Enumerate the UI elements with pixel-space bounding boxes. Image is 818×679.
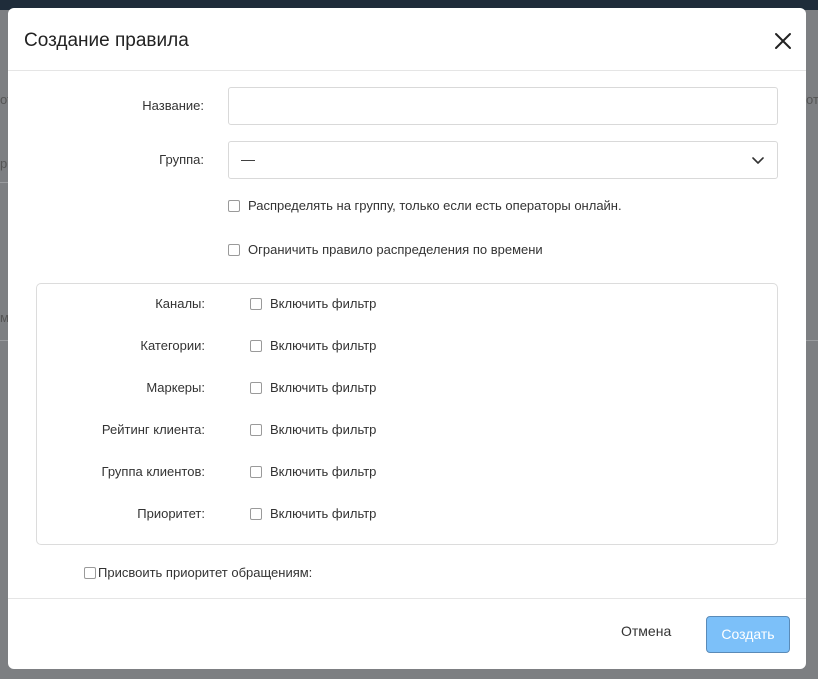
group-select-value: —	[241, 151, 255, 167]
name-input[interactable]	[228, 87, 778, 125]
filter-toggle-markers[interactable]: Включить фильтр	[250, 380, 376, 395]
dialog-footer: Отмена Создать	[8, 598, 806, 669]
filter-label-client-rating: Рейтинг клиента:	[101, 422, 205, 437]
filter-label-categories: Категории:	[140, 338, 205, 353]
assign-priority-label: Присвоить приоритет обращениям:	[98, 565, 313, 580]
chevron-down-icon	[751, 154, 765, 173]
distribute-online-checkbox[interactable]: Распределять на группу, только если есть…	[228, 198, 622, 213]
background-divider	[0, 182, 8, 183]
checkbox-box[interactable]	[228, 199, 240, 212]
cancel-button[interactable]: Отмена	[621, 623, 671, 639]
filter-label-priority: Приоритет:	[137, 506, 205, 521]
checkbox-box[interactable]	[228, 243, 240, 256]
filters-panel: Каналы: Включить фильтр Категории: Включ…	[36, 283, 778, 545]
group-label: Группа:	[159, 152, 204, 167]
distribute-online-label: Распределять на группу, только если есть…	[248, 198, 622, 213]
close-button[interactable]	[768, 26, 798, 56]
background-text-fragment: ото	[806, 92, 818, 107]
checkbox-box[interactable]	[250, 297, 262, 310]
group-select[interactable]: —	[228, 141, 778, 179]
dialog-title: Создание правила	[24, 30, 189, 51]
filter-label-client-group: Группа клиентов:	[101, 464, 205, 479]
background-divider	[806, 340, 818, 341]
filter-toggle-priority[interactable]: Включить фильтр	[250, 506, 376, 521]
name-label: Название:	[142, 98, 204, 113]
create-rule-dialog: Создание правила Название: Группа: — Рас…	[8, 8, 806, 669]
checkbox-box[interactable]	[250, 339, 262, 352]
background-text-fragment: р	[0, 156, 8, 171]
checkbox-box[interactable]	[84, 566, 96, 579]
filter-toggle-label: Включить фильтр	[270, 422, 377, 437]
limit-time-checkbox[interactable]: Ограничить правило распределения по врем…	[228, 242, 543, 257]
close-icon	[768, 26, 798, 56]
filter-toggle-label: Включить фильтр	[270, 380, 377, 395]
background-divider	[0, 340, 8, 341]
filter-toggle-label: Включить фильтр	[270, 506, 377, 521]
checkbox-box[interactable]	[250, 381, 262, 394]
checkbox-box[interactable]	[250, 423, 262, 436]
filter-toggle-label: Включить фильтр	[270, 296, 377, 311]
filter-toggle-label: Включить фильтр	[270, 464, 377, 479]
filter-toggle-client-rating[interactable]: Включить фильтр	[250, 422, 376, 437]
filter-label-markers: Маркеры:	[146, 380, 205, 395]
limit-time-label: Ограничить правило распределения по врем…	[248, 242, 543, 257]
filter-toggle-label: Включить фильтр	[270, 338, 377, 353]
checkbox-box[interactable]	[250, 465, 262, 478]
assign-priority-checkbox[interactable]: Присвоить приоритет обращениям:	[84, 565, 312, 580]
filter-toggle-client-group[interactable]: Включить фильтр	[250, 464, 376, 479]
create-button[interactable]: Создать	[706, 616, 790, 653]
filter-label-channels: Каналы:	[155, 296, 205, 311]
filter-toggle-categories[interactable]: Включить фильтр	[250, 338, 376, 353]
filter-toggle-channels[interactable]: Включить фильтр	[250, 296, 376, 311]
checkbox-box[interactable]	[250, 507, 262, 520]
dialog-header: Создание правила	[8, 8, 806, 71]
